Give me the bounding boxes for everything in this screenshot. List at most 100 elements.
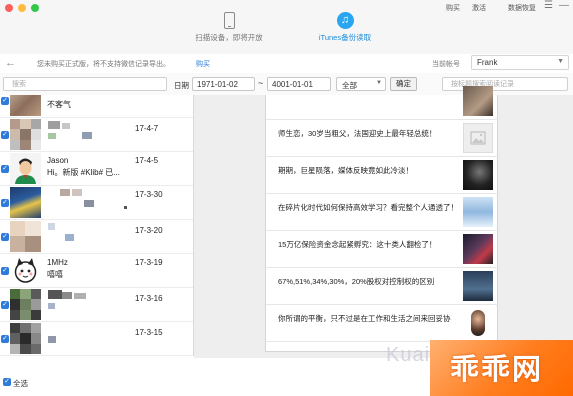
checkbox[interactable]: ✓ <box>1 267 9 275</box>
avatar <box>10 187 41 218</box>
contact-row[interactable]: ✓ 17-4-7 <box>0 118 193 152</box>
article-item[interactable]: 师生恋，30岁当粗父，法国迎史上最年轻总统！ <box>266 120 499 157</box>
article-thumbnail <box>463 271 493 301</box>
contact-date: 17-4-5 <box>135 156 159 165</box>
article-thumbnail <box>463 197 493 227</box>
mode-label: iTunes备份读取 <box>318 33 372 42</box>
last-message: 嘻嘻 <box>47 270 63 279</box>
redacted-message <box>84 200 94 207</box>
redacted-name <box>48 223 55 230</box>
activate-link[interactable]: 激活 <box>472 3 486 13</box>
buy-link-inline[interactable]: 购买 <box>196 59 210 69</box>
title-bar <box>0 0 573 55</box>
redacted-name <box>72 189 82 196</box>
avatar <box>10 95 41 116</box>
article-item[interactable]: 在碎片化时代如何保持高效学习？看完整个人通透了！ <box>266 194 499 231</box>
checkbox[interactable]: ✓ <box>1 131 9 139</box>
phone-icon <box>223 12 235 29</box>
contact-date: 17-3-16 <box>135 294 163 303</box>
menu-icon[interactable]: ☰ <box>544 1 553 11</box>
select-all-checkbox[interactable]: ✓ <box>3 378 11 386</box>
trial-notice: 您未购买正式版，将不支持微信记录导出。 <box>37 61 170 68</box>
checkbox[interactable]: ✓ <box>1 233 9 241</box>
contact-date: 17-3-15 <box>135 328 163 337</box>
last-message: Hi。新版 #Klib# 已... <box>47 168 120 177</box>
redacted-message <box>48 336 56 343</box>
account-select[interactable]: Frank ▼ <box>471 55 569 70</box>
avatar <box>10 255 41 286</box>
redacted-message <box>65 234 74 241</box>
article-thumbnail <box>463 160 493 190</box>
article-item[interactable]: 期期，巨星陨落，媒体反映竟如此冷淡！ <box>266 157 499 194</box>
data-recovery-link[interactable]: 数据恢复 <box>508 3 536 13</box>
article-item[interactable]: 67%,51%,34%,30%，20%股权对控制权的区别 <box>266 268 499 305</box>
account-label: 当前帐号 <box>432 61 460 68</box>
article-title: 师生恋，30岁当粗父，法国迎史上最年轻总统！ <box>278 129 437 138</box>
avatar <box>10 289 41 320</box>
redacted-message <box>48 303 55 309</box>
itunes-icon: ♫ <box>336 12 354 29</box>
checkbox[interactable]: ✓ <box>1 199 9 207</box>
contact-row[interactable]: ✓ 不客气 <box>0 95 193 118</box>
redacted-name <box>62 123 70 129</box>
article-title: 67%,51%,34%,30%，20%股权对控制权的区别 <box>278 277 435 286</box>
article-thumbnail <box>463 308 493 338</box>
contact-date: 17-4-7 <box>135 124 159 133</box>
mode-itunes-backup[interactable]: ♫ iTunes备份读取 <box>300 12 390 43</box>
zoom-window-button[interactable] <box>31 4 39 12</box>
article-title: 15万亿保险资金念起紧孵究：这十类人翻检了！ <box>278 240 437 249</box>
avatar <box>10 153 41 184</box>
redacted-name <box>60 189 70 196</box>
contact-row[interactable]: ✓ 17-3-20 <box>0 220 193 254</box>
article-item[interactable]: 你所谓的平衡，只不过是在工作和生活之间来回妥协 <box>266 305 499 342</box>
date-label: 日期 <box>174 81 189 90</box>
article-list[interactable]: 师生恋，30岁当粗父，法国迎史上最年轻总统！ 期期，巨星陨落，媒体反映竟如此冷淡… <box>265 86 499 352</box>
article-title: 期期，巨星陨落，媒体反映竟如此冷淡！ <box>278 166 413 175</box>
contact-search-input[interactable]: 搜索 <box>3 77 167 91</box>
article-thumbnail <box>463 234 493 264</box>
contact-row[interactable]: ✓ 17-3-16 <box>0 288 193 322</box>
mode-scan-device[interactable]: 扫描设备，即将开放 <box>184 12 274 43</box>
date-range-separator: ~ <box>258 78 264 88</box>
article-thumbnail <box>463 86 493 116</box>
article-title: 在碎片化时代如何保持高效学习？看完整个人通透了！ <box>278 203 458 212</box>
redacted-message <box>82 132 92 139</box>
redacted-message <box>48 133 56 139</box>
article-title: 你所谓的平衡，只不过是在工作和生活之间来回妥协 <box>278 314 451 323</box>
contact-date: 17-3-30 <box>135 190 163 199</box>
redacted-name <box>48 121 60 129</box>
site-watermark-text: 乖乖网 <box>450 352 544 386</box>
contact-name: Jason <box>47 156 69 165</box>
chevron-down-icon: ▼ <box>557 58 564 65</box>
buy-link[interactable]: 购买 <box>446 3 460 13</box>
account-value: Frank <box>477 58 498 67</box>
select-all-label: 全选 <box>13 379 28 388</box>
checkbox[interactable]: ✓ <box>1 301 9 309</box>
contact-row[interactable]: ✓ 1MHz 嘻嘻 17-3-19 <box>0 254 193 288</box>
contact-name: 1MHz <box>47 258 68 267</box>
contact-list[interactable]: ✓ 不客气 ✓ 17-4-7 ✓ Jason Hi。新版 #Klib# 已...… <box>0 95 194 356</box>
checkbox[interactable]: ✓ <box>1 335 9 343</box>
checkbox[interactable]: ✓ <box>1 165 9 173</box>
last-message: 不客气 <box>47 100 71 109</box>
article-item[interactable] <box>266 83 499 120</box>
back-arrow-icon[interactable]: ← <box>5 57 16 69</box>
contact-row[interactable]: ✓ Jason Hi。新版 #Klib# 已... 17-4-5 <box>0 152 193 186</box>
mode-label: 扫描设备，即将开放 <box>195 33 263 42</box>
contact-date: 17-3-20 <box>135 226 163 235</box>
image-placeholder-icon <box>463 123 493 153</box>
contact-row[interactable]: ✓ 17-3-30 <box>0 186 193 220</box>
checkbox[interactable]: ✓ <box>1 97 9 105</box>
watermark-text: Kuai <box>386 344 431 366</box>
close-window-button[interactable] <box>5 4 13 12</box>
contact-row[interactable]: ✓ 17-3-15 <box>0 322 193 356</box>
minimize-icon[interactable]: — <box>559 1 569 11</box>
redacted-name <box>62 292 72 299</box>
contact-date: 17-3-19 <box>135 258 163 267</box>
avatar <box>10 323 41 354</box>
redacted-message <box>124 206 127 209</box>
avatar <box>10 119 41 150</box>
minimize-window-button[interactable] <box>18 4 26 12</box>
date-from-field[interactable]: 1971-01-02 <box>192 77 255 91</box>
article-item[interactable]: 15万亿保险资金念起紧孵究：这十类人翻检了！ <box>266 231 499 268</box>
